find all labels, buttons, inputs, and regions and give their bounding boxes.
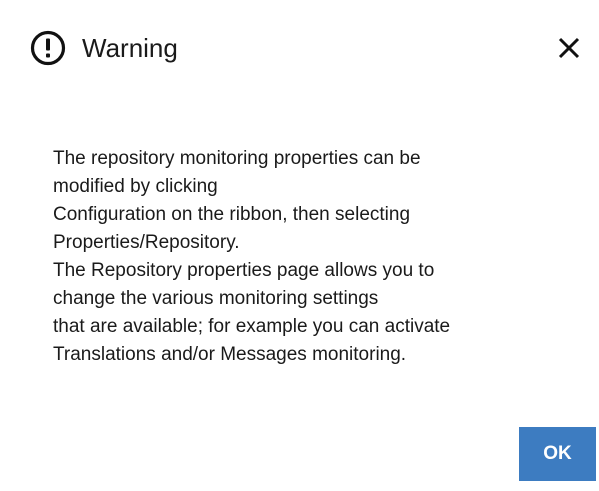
message-line: modified by clicking [53,176,218,197]
dialog-header: Warning [3,2,596,92]
close-button[interactable] [555,34,583,62]
close-icon [558,37,580,59]
message-line: The Repository properties page allows yo… [53,260,435,281]
dialog-message: The repository monitoring properties can… [53,145,553,369]
ok-button[interactable]: OK [519,427,596,481]
message-line: that are available; for example you can … [53,316,451,337]
message-line: change the various monitoring settings [53,288,379,309]
dialog-title: Warning [82,33,178,63]
message-line: Translations and/or Messages monitoring. [53,344,407,365]
warning-dialog: Warning The repository monitoring proper… [3,2,596,489]
message-line: Properties/Repository. [53,232,240,253]
message-line: Configuration on the ribbon, then select… [53,204,411,225]
exclamation-circle-icon [30,30,66,66]
message-line: The repository monitoring properties can… [53,148,421,169]
